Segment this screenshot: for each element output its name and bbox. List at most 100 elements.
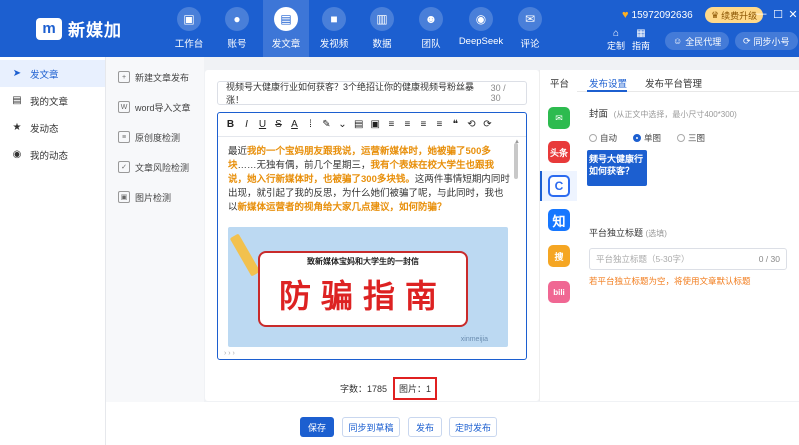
schedule-publish-button[interactable]: 定时发布 [449,417,497,437]
chart-icon: ▥ [370,7,394,31]
article-banner-image[interactable]: 致新媒体宝妈和大学生的一封信 防骗指南 xinmeijia [228,227,508,347]
bold-icon[interactable]: B [226,119,235,130]
cover-thumbnail[interactable]: 频号大健康行 如何获客？ [587,150,647,186]
submenu-image-check[interactable]: ▣ 图片检测 [118,187,198,207]
publish-settings-panel: 发布设置 发布平台管理 封面 (从正文中选择，最小尺寸400*300) 自动 单… [577,70,799,401]
app-name: 新媒加 [68,21,122,40]
article-submenu: + 新建文章发布 W word导入文章 ≡ 原创度检测 ✓ 文章风险检测 ▣ 图… [106,57,204,402]
sync-account-button[interactable]: ⟳ 同步小号 [735,32,798,50]
strikethrough-icon[interactable]: S [274,119,283,130]
nav-publish-article[interactable]: ▤ 发文章 [263,0,309,57]
submenu-originality-check[interactable]: ≡ 原创度检测 [118,127,198,147]
optional-hint: (选填) [645,229,667,238]
submenu-risk-check[interactable]: ✓ 文章风险检测 [118,157,198,177]
title-char-count: 30 / 30 [490,83,506,103]
agent-button[interactable]: ☺ 全民代理 [665,32,730,50]
close-button[interactable]: ✕ [787,8,799,21]
radio-label: 单图 [644,133,662,143]
nav-workbench[interactable]: ▣ 工作台 [166,7,212,50]
banner-watermark: xinmeijia [460,336,488,343]
cover-section: 封面 (从正文中选择，最小尺寸400*300) [589,106,737,120]
justify-icon[interactable]: ≡ [435,119,444,130]
team-icon: ☻ [419,7,443,31]
submenu-label: word导入文章 [135,102,191,113]
table-icon[interactable]: ▤ [354,119,363,130]
editor-content[interactable]: 最近我的一个宝妈朋友跟我说，运营新媒体时，她被骗了500多块……无独有偶，前几个… [228,145,510,215]
sidebar-item-publish-article[interactable]: ➤ 发文章 [0,60,105,87]
sidebar-item-my-articles[interactable]: ▤ 我的文章 [0,87,105,114]
sidebar-item-publish-moment[interactable]: ★ 发动态 [0,114,105,141]
submenu-word-import[interactable]: W word导入文章 [118,97,198,117]
font-size-icon[interactable]: ⁞ [306,119,315,130]
user-phone[interactable]: ♥ 15972092636 [622,9,693,21]
redo-icon[interactable]: ⟳ [483,119,492,130]
input-placeholder: 平台独立标题（5-30字） [596,254,690,264]
tab-platform-manage[interactable]: 发布平台管理 [645,76,702,90]
align-left-icon[interactable]: ≡ [387,119,396,130]
quote-icon[interactable]: ❝ [451,119,460,130]
phone-number: 15972092636 [631,9,693,21]
resize-handle-icon[interactable]: › › › [224,350,235,357]
guide-label: 指南 [631,41,650,51]
nav-account[interactable]: ● 账号 [214,7,260,50]
word-icon: W [118,101,130,113]
insert-image-icon[interactable]: ▣ [370,119,379,130]
sync-draft-button[interactable]: 同步到草稿 [342,417,400,437]
zhihu-icon[interactable]: 知 [548,209,570,231]
nav-team[interactable]: ☻ 团队 [408,7,454,50]
sidebar-item-label: 我的文章 [30,96,69,108]
baijia-icon[interactable]: C [548,175,570,197]
save-button[interactable]: 保存 [300,417,334,437]
tab-publish-settings[interactable]: 发布设置 [589,76,627,90]
sidebar-item-label: 我的动态 [30,150,69,162]
bilibili-icon[interactable]: bili [548,281,570,303]
publish-button[interactable]: 发布 [408,417,442,437]
radio-label: 三图 [688,133,706,143]
rich-text-editor[interactable]: B I U S A ⁞ ✎ ⌄ ▤ ▣ ≡ ≡ ≡ ≡ ❝ ⟲ ⟳ 最近我的一个… [217,112,527,360]
nav-deepseek[interactable]: ◉ DeepSeek [458,7,504,47]
wechat-icon[interactable]: ✉ [548,107,570,129]
image-icon: ▣ [118,191,130,203]
radio-label: 自动 [600,133,618,143]
highlight-icon[interactable]: ✎ [322,119,331,130]
comment-icon: ✉ [518,7,542,31]
article-title-text: 视频号大健康行业如何获客？3个绝招让你的健康视频号粉丝暴涨！ [226,82,475,105]
independent-title-section: 平台独立标题 (选填) [589,226,667,239]
radio-auto[interactable]: 自动 [589,132,617,144]
maximize-button[interactable]: ☐ [772,8,784,21]
align-center-icon[interactable]: ≡ [403,119,412,130]
radio-single[interactable]: 单图 [633,132,661,144]
deepseek-icon: ◉ [469,7,493,31]
article-title-input[interactable]: 视频号大健康行业如何获客？3个绝招让你的健康视频号粉丝暴涨！ 30 / 30 [217,81,527,105]
crown-icon: ♛ [711,9,720,20]
underline-icon[interactable]: U [258,119,267,130]
sidebar-item-my-moments[interactable]: ◉ 我的动态 [0,141,105,168]
document-icon: ▤ [12,95,22,106]
circle-icon: ◉ [12,149,22,160]
italic-icon[interactable]: I [242,119,251,130]
align-right-icon[interactable]: ≡ [419,119,428,130]
font-color-icon[interactable]: A [290,119,299,130]
undo-icon[interactable]: ⟲ [467,119,476,130]
image-count: 图片：1 [393,377,438,400]
nav-comments[interactable]: ✉ 评论 [507,7,553,50]
radio-dot [677,134,686,142]
video-icon: ■ [322,7,346,31]
nav-label: DeepSeek [458,36,504,47]
nav-publish-video[interactable]: ■ 发视频 [311,7,357,50]
sync-label: 同步小号 [753,36,790,47]
sync-icon: ⟳ [743,35,751,46]
guide-button[interactable]: ▦ 指南 [626,28,656,52]
submenu-new-article[interactable]: + 新建文章发布 [118,67,198,87]
minimize-button[interactable]: — [755,8,767,20]
sohu-icon[interactable]: 搜 [548,245,570,267]
chevron-down-icon[interactable]: ⌄ [338,119,347,130]
radio-triple[interactable]: 三图 [677,132,705,144]
independent-title-input[interactable]: 平台独立标题（5-30字） 0 / 30 [589,248,787,270]
paragraph-text: 最近 [228,146,248,157]
editor-scrollbar[interactable] [514,143,518,179]
guide-icon: ▦ [636,28,646,39]
nav-data[interactable]: ▥ 数据 [359,7,405,50]
toutiao-icon[interactable]: 头条 [548,141,570,163]
article-stats: 字数：1785 图片：1 [340,377,438,400]
